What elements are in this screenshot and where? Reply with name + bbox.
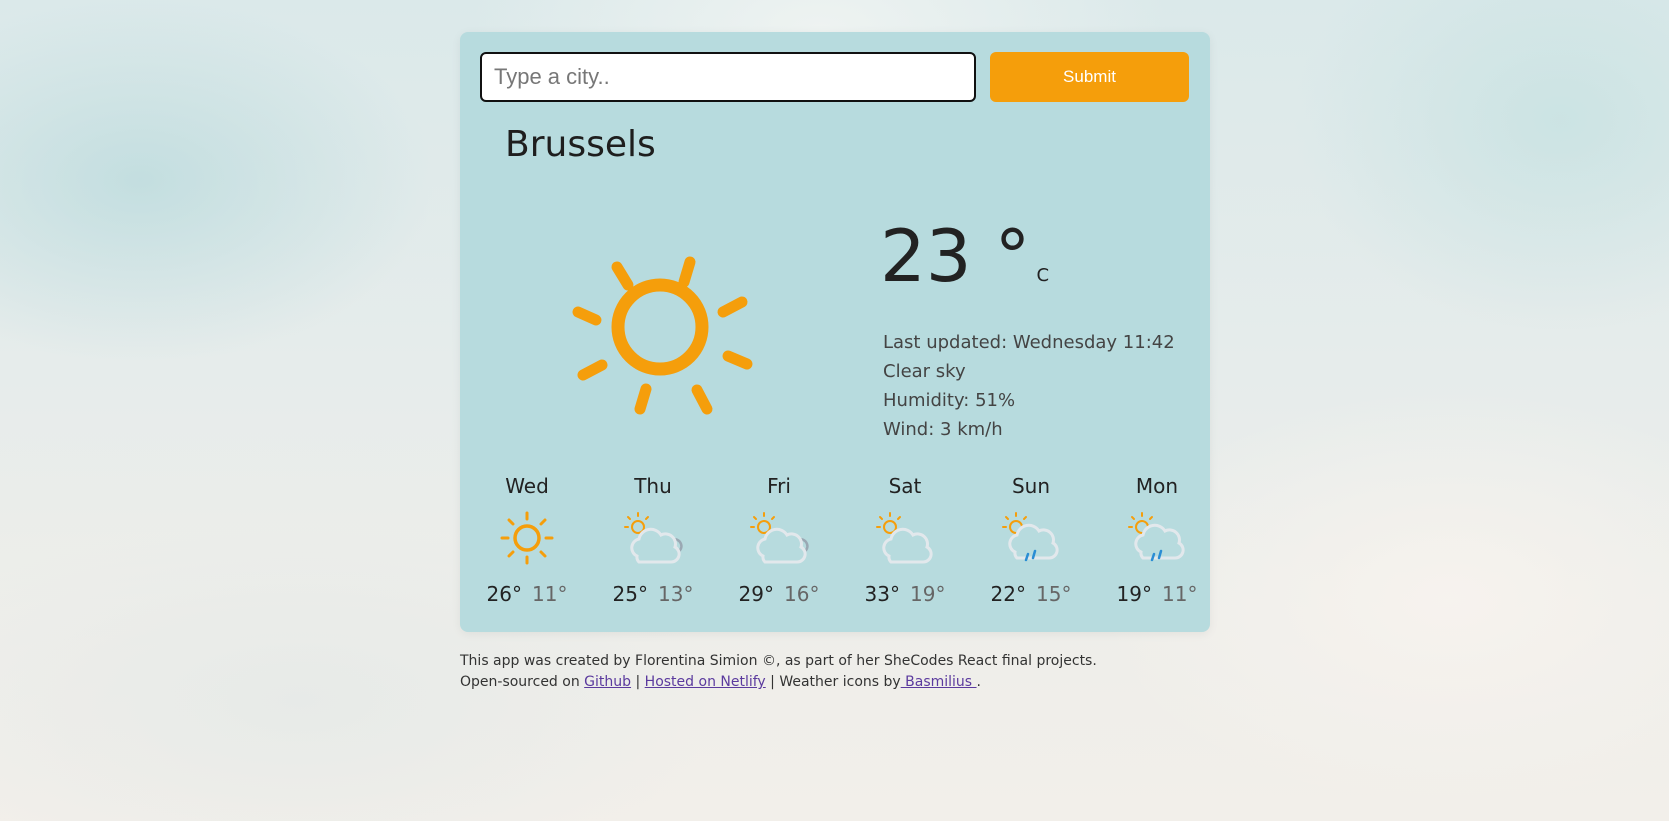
forecast-day: Sun 22° 15° (976, 472, 1086, 606)
forecast-min-temp: 11° (1162, 582, 1198, 606)
forecast-day-name: Mon (1135, 474, 1179, 498)
forecast-min-temp: 16° (784, 582, 820, 606)
temperature-value: 23 ° (880, 214, 1031, 298)
forecast-min-temp: 11° (532, 582, 568, 606)
forecast-day-name: Sat (888, 474, 922, 498)
search-form: Submit (480, 52, 1189, 102)
netlify-link[interactable]: Hosted on Netlify (645, 674, 766, 690)
current-temperature: 23 ° C (880, 220, 1049, 292)
forecast-max-temp: 26° (486, 582, 522, 606)
humidity: Humidity: 51% (883, 390, 1016, 411)
forecast-day-name: Wed (505, 474, 549, 498)
forecast-min-temp: 13° (658, 582, 694, 606)
footer-open-sourced-text: Open-sourced on (460, 674, 585, 690)
footer: This app was created by Florentina Simio… (460, 651, 1097, 693)
forecast-day: Sat 33° 19° (850, 472, 960, 606)
footer-links: Open-sourced on Github | Hosted on Netli… (460, 672, 1097, 693)
partly-cloudy-rain-icon (1002, 512, 1059, 562)
footer-icons-text: | Weather icons by (765, 674, 901, 690)
footer-separator: | (631, 674, 645, 690)
partly-cloudy-day-icon (876, 512, 933, 564)
wind: Wind: 3 km/h (883, 419, 1003, 440)
forecast-day-name: Fri (767, 474, 791, 498)
city-name: Brussels (505, 124, 656, 165)
github-link[interactable]: Github (584, 674, 631, 690)
forecast-min-temp: 15° (1036, 582, 1072, 606)
partly-cloudy-rain-icon (1128, 512, 1185, 562)
last-updated: Last updated: Wednesday 11:42 (883, 332, 1175, 353)
forecast-day-name: Thu (634, 474, 672, 498)
forecast-max-temp: 22° (990, 582, 1026, 606)
forecast-max-temp: 33° (864, 582, 900, 606)
temperature-unit: C (1036, 265, 1050, 286)
sun-icon (572, 256, 753, 415)
forecast-day: Thu 25° 13° (598, 472, 708, 606)
weather-card: Submit Brussels 23 °C Last updated: Wedn… (460, 32, 1210, 632)
basmilius-link[interactable]: Basmilius (901, 674, 977, 690)
sun-icon (500, 511, 554, 565)
weather-details: Last updated: Wednesday 11:42 Clear sky … (883, 328, 1175, 444)
submit-button[interactable]: Submit (990, 52, 1189, 102)
forecast: Wed 26° 11° Thu 25° 13° Fri 29° 16° Sat … (470, 472, 1200, 622)
forecast-day: Mon 19° 11° (1102, 472, 1212, 606)
forecast-max-temp: 29° (738, 582, 774, 606)
forecast-day-name: Sun (1011, 474, 1051, 498)
forecast-max-temp: 25° (612, 582, 648, 606)
forecast-max-temp: 19° (1116, 582, 1152, 606)
forecast-min-temp: 19° (910, 582, 946, 606)
partly-cloudy-icon (624, 512, 683, 564)
footer-credit: This app was created by Florentina Simio… (460, 653, 1097, 669)
partly-cloudy-icon (750, 512, 809, 564)
footer-end: . (976, 674, 981, 690)
forecast-day: Fri 29° 16° (724, 472, 834, 606)
forecast-day: Wed 26° 11° (472, 472, 582, 606)
weather-description: Clear sky (883, 361, 966, 382)
city-search-input[interactable] (480, 52, 976, 102)
